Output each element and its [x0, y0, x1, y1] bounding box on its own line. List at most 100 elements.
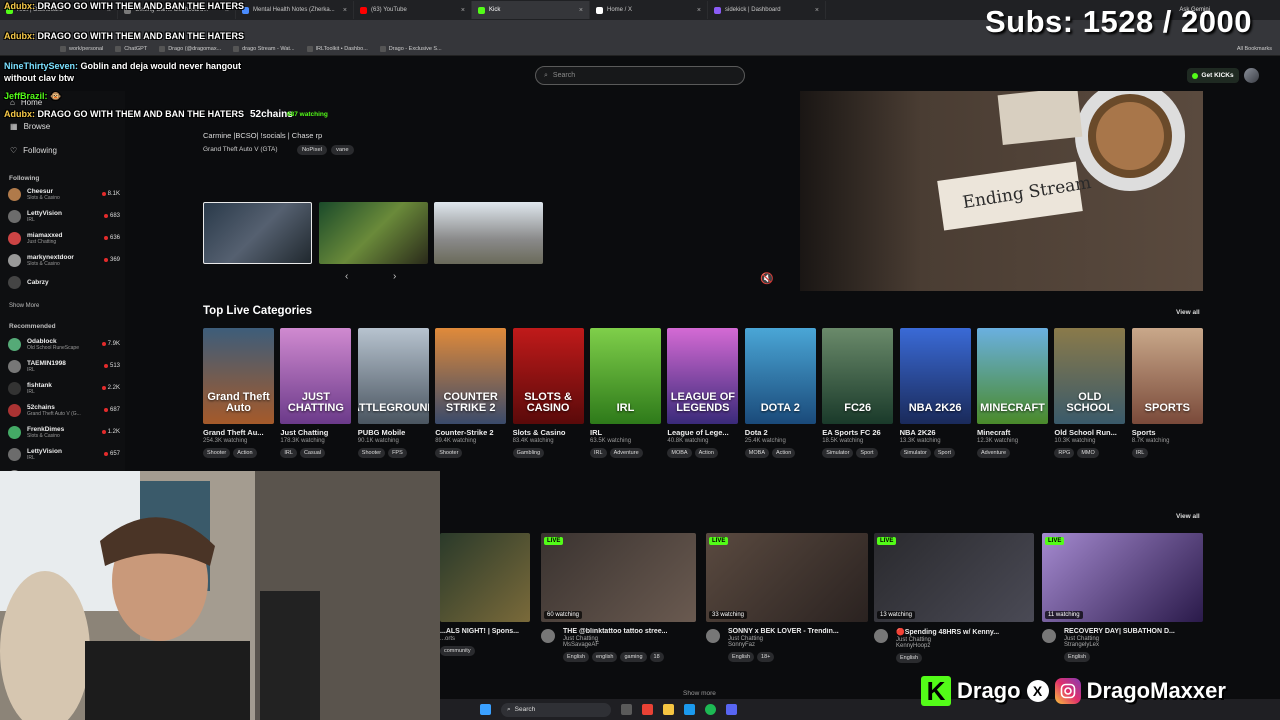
discord-icon[interactable]	[726, 704, 737, 715]
sidebar-channel[interactable]: LettyVision IRL 657	[8, 444, 120, 464]
stream-tag[interactable]: community	[440, 646, 475, 656]
category-name[interactable]: Minecraft	[977, 428, 1048, 437]
taskbar-search[interactable]: ⌕ Search	[501, 702, 611, 717]
category-tag[interactable]: Shooter	[203, 448, 231, 458]
category-tag[interactable]: IRL	[1131, 448, 1149, 458]
category-name[interactable]: NBA 2K26	[900, 428, 971, 437]
category-tag[interactable]: Action	[694, 448, 718, 458]
category-name[interactable]: PUBG Mobile	[358, 428, 429, 437]
stream-title[interactable]: RECOVERY DAY| SUBATHON D...	[1064, 628, 1203, 635]
category-name[interactable]: EA Sports FC 26	[822, 428, 893, 437]
category-card[interactable]: FC26 EA Sports FC 26 18.5K watching Simulat…	[822, 328, 894, 458]
stream-title[interactable]: THE @blinktattoo tattoo stree...	[563, 628, 696, 635]
search-input[interactable]: ⌕ Search	[535, 66, 745, 85]
close-icon[interactable]: ×	[343, 7, 347, 14]
category-name[interactable]: Dota 2	[745, 428, 816, 437]
sidebar-channel[interactable]: Cabrzy	[8, 272, 120, 292]
category-tag[interactable]: MOBA	[744, 448, 769, 458]
sidebar-channel[interactable]: Odablock Old School RuneScape 7.9K	[8, 334, 120, 354]
stream-title[interactable]: ...ALS NIGHT! | Spons...	[440, 628, 530, 635]
sidebar-channel[interactable]: 52chains Grand Theft Auto V (G... 687	[8, 400, 120, 420]
category-tag[interactable]: Adventure	[977, 448, 1011, 458]
bookmark-item[interactable]: Drago - Exclusive S...	[379, 45, 442, 52]
close-icon[interactable]: ×	[697, 7, 701, 14]
category-art[interactable]: COUNTER STRIKE 2	[435, 328, 507, 424]
category-card[interactable]: COUNTER STRIKE 2 Counter-Strike 2 89.4K wa…	[435, 328, 507, 458]
stream-tag[interactable]: gaming	[620, 652, 647, 662]
category-art[interactable]: DOTA 2	[744, 328, 816, 424]
stream-thumbnail[interactable]: LIVE 11 watching	[1042, 533, 1203, 622]
stream-tag[interactable]: English	[728, 652, 755, 662]
hero-tag[interactable]: vane	[331, 145, 354, 155]
stream-thumbnail[interactable]	[440, 533, 530, 622]
category-tag[interactable]: MMO	[1077, 448, 1099, 458]
category-tag[interactable]: Shooter	[435, 448, 463, 458]
category-card[interactable]: SPORTS Sports 8.7K watching IRL	[1131, 328, 1203, 458]
category-art[interactable]: SPORTS	[1131, 328, 1203, 424]
live-view-all[interactable]: View all	[1176, 513, 1200, 520]
stream-tag[interactable]: English	[896, 653, 923, 663]
category-card[interactable]: Grand Theft Auto Grand Theft Au... 254.3K …	[203, 328, 274, 458]
category-tag[interactable]: Sport	[933, 448, 955, 458]
category-name[interactable]: Grand Theft Au...	[203, 428, 274, 437]
hero-video-player[interactable]: Ending Stream	[800, 91, 1203, 291]
category-tag[interactable]: Shooter	[357, 448, 386, 458]
avatar[interactable]	[541, 629, 555, 643]
category-art[interactable]: LEAGUE OF LEGENDS	[667, 328, 739, 424]
bookmark-item[interactable]: drago Stream - Wat...	[233, 45, 295, 52]
stream-tag[interactable]: 18+	[757, 652, 775, 662]
sidebar-channel[interactable]: LettyVision IRL 683	[8, 206, 120, 226]
category-card[interactable]: NBA 2K26 NBA 2K26 13.3K watching Simulator S…	[899, 328, 971, 458]
category-name[interactable]: IRL	[590, 428, 661, 437]
hero-stream-title[interactable]: Carmine |BCSO| !socials | Chase rp	[203, 131, 322, 140]
hero-thumbnail[interactable]	[434, 202, 543, 264]
category-tag[interactable]: Simulator	[822, 448, 854, 458]
sidebar-channel[interactable]: miamaxxed Just Chatting 636	[8, 228, 120, 248]
close-icon[interactable]: ×	[579, 7, 583, 14]
avatar[interactable]	[1244, 68, 1259, 83]
all-bookmarks[interactable]: All Bookmarks	[1237, 46, 1272, 52]
stream-username[interactable]: SonnyFaz	[728, 642, 868, 648]
category-card[interactable]: MINECRAFT Minecraft 12.3K watching Adventur…	[977, 328, 1048, 458]
category-tag[interactable]: Gambling	[512, 448, 545, 458]
chrome-icon[interactable]	[642, 704, 653, 715]
category-name[interactable]: League of Lege...	[667, 428, 738, 437]
windows-start-icon[interactable]	[480, 704, 491, 715]
bookmark-item[interactable]: IRLToolkit • Dashbo...	[306, 45, 368, 52]
bookmark-item[interactable]: ChatGPT	[115, 45, 147, 52]
avatar[interactable]	[1042, 629, 1056, 643]
sidebar-channel[interactable]: TAEMIN1998 IRL 513	[8, 356, 120, 376]
close-icon[interactable]: ×	[815, 7, 819, 14]
category-tag[interactable]: FPS	[388, 448, 407, 458]
sidebar-item-browse[interactable]: ▦ Browse	[10, 122, 50, 131]
category-art[interactable]: OLD SCHOOL	[1054, 328, 1126, 424]
category-card[interactable]: BATTLEGROUNDS PUBG Mobile90.1K watching Sh…	[357, 328, 429, 458]
category-tag[interactable]: Simulator	[899, 448, 931, 458]
category-name[interactable]: Just Chatting	[280, 428, 351, 437]
avatar[interactable]	[874, 629, 888, 643]
bookmark-item[interactable]: Drago (@dragomax...	[159, 45, 221, 52]
mute-icon[interactable]: 🔇	[760, 272, 774, 285]
stream-username[interactable]: StrangelyLex	[1064, 642, 1203, 648]
categories-view-all[interactable]: View all	[1176, 309, 1200, 316]
stream-thumbnail[interactable]: LIVE 60 watching	[541, 533, 696, 622]
category-name[interactable]: Sports	[1132, 428, 1203, 437]
browser-tab[interactable]: Home / X ×	[590, 1, 708, 19]
steam-icon[interactable]	[684, 704, 695, 715]
stream-username[interactable]: MsSavageAF	[563, 642, 696, 648]
sidebar-channel[interactable]: markynextdoor Slots & Casino 369	[8, 250, 120, 270]
category-card[interactable]: JUST CHATTING Just Chatting 178.3K watchin…	[280, 328, 352, 458]
hero-thumbnail[interactable]	[203, 202, 312, 264]
category-art[interactable]: SLOTS & CASINO	[512, 328, 584, 424]
category-tag[interactable]: IRL	[590, 448, 607, 458]
chevron-left-icon[interactable]: ‹	[345, 271, 348, 282]
category-card[interactable]: OLD SCHOOL Old School Run... 10.3K watchin…	[1054, 328, 1126, 458]
close-icon[interactable]: ×	[461, 7, 465, 14]
browser-tab[interactable]: (63) YouTube ×	[354, 1, 472, 19]
category-card[interactable]: IRL IRL 63.5K watching IRL Adventure	[590, 328, 661, 458]
category-card[interactable]: DOTA 2 Dota 2 25.4K watching MOBA Action	[744, 328, 816, 458]
file-explorer-icon[interactable]	[663, 704, 674, 715]
sidebar-channel[interactable]: fishtank IRL 2.2K	[8, 378, 120, 398]
stream-category[interactable]: ...orts	[440, 636, 530, 642]
stream-title[interactable]: 🔴Spending 48HRS w/ Kenny...	[896, 628, 1034, 636]
